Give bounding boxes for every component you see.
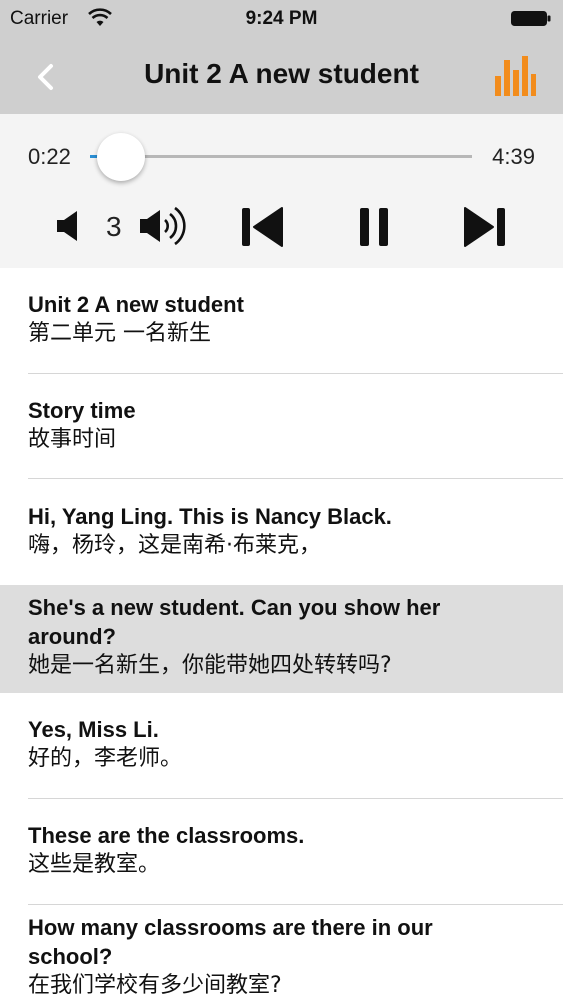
chinese-text: 好的，李老师。: [28, 746, 183, 771]
english-text: These are the classrooms.: [28, 823, 305, 848]
list-item[interactable]: How many classrooms are there in our sch…: [0, 905, 563, 1005]
list-item[interactable]: These are the classrooms. 这些是教室。: [0, 799, 563, 905]
battery-icon: [511, 11, 551, 26]
current-time: 0:22: [28, 144, 71, 169]
progress-slider[interactable]: [90, 133, 472, 181]
list-item-active[interactable]: She's a new student. Can you show her ar…: [0, 585, 563, 693]
status-bar: Carrier 9:24 PM: [0, 0, 563, 38]
english-text: Hi, Yang Ling. This is Nancy Black.: [28, 504, 392, 529]
progress-thumb[interactable]: [96, 133, 145, 181]
volume-up-icon[interactable]: [138, 204, 190, 248]
chinese-text: 这些是教室。: [28, 852, 161, 877]
english-text: Yes, Miss Li.: [28, 717, 159, 742]
english-text: How many classrooms are there in our sch…: [28, 915, 433, 969]
next-track-icon[interactable]: [463, 206, 507, 248]
chinese-text: 在我们学校有多少间教室?: [28, 973, 282, 998]
chinese-text: 嗨，杨玲，这是南希·布莱克，: [28, 533, 321, 558]
total-time: 4:39: [492, 144, 535, 169]
english-text: Story time: [28, 398, 136, 423]
volume-level: 3: [106, 211, 122, 242]
list-item[interactable]: Hi, Yang Ling. This is Nancy Black. 嗨，杨玲…: [0, 479, 563, 585]
page-title: Unit 2 A new student: [144, 58, 419, 89]
status-time: 9:24 PM: [245, 8, 318, 29]
volume-down-icon[interactable]: [55, 209, 85, 243]
nav-bar: Unit 2 A new student: [0, 38, 563, 114]
chinese-text: 故事时间: [28, 427, 117, 452]
sentence-list: Unit 2 A new student 第二单元 一名新生 Story tim…: [0, 268, 563, 1005]
bar-chart-icon[interactable]: [493, 54, 537, 98]
previous-track-icon[interactable]: [240, 206, 284, 248]
english-text: Unit 2 A new student: [28, 292, 244, 317]
list-item[interactable]: Yes, Miss Li. 好的，李老师。: [0, 693, 563, 799]
chinese-text: 她是一名新生，你能带她四处转转吗?: [28, 653, 392, 678]
list-item[interactable]: Story time 故事时间: [0, 374, 563, 479]
pause-icon[interactable]: [358, 206, 390, 248]
english-text: She's a new student. Can you show her ar…: [28, 595, 441, 649]
audio-player: 0:22 4:39 3: [0, 114, 563, 268]
list-item[interactable]: Unit 2 A new student 第二单元 一名新生: [0, 268, 563, 374]
chinese-text: 第二单元 一名新生: [28, 321, 211, 346]
